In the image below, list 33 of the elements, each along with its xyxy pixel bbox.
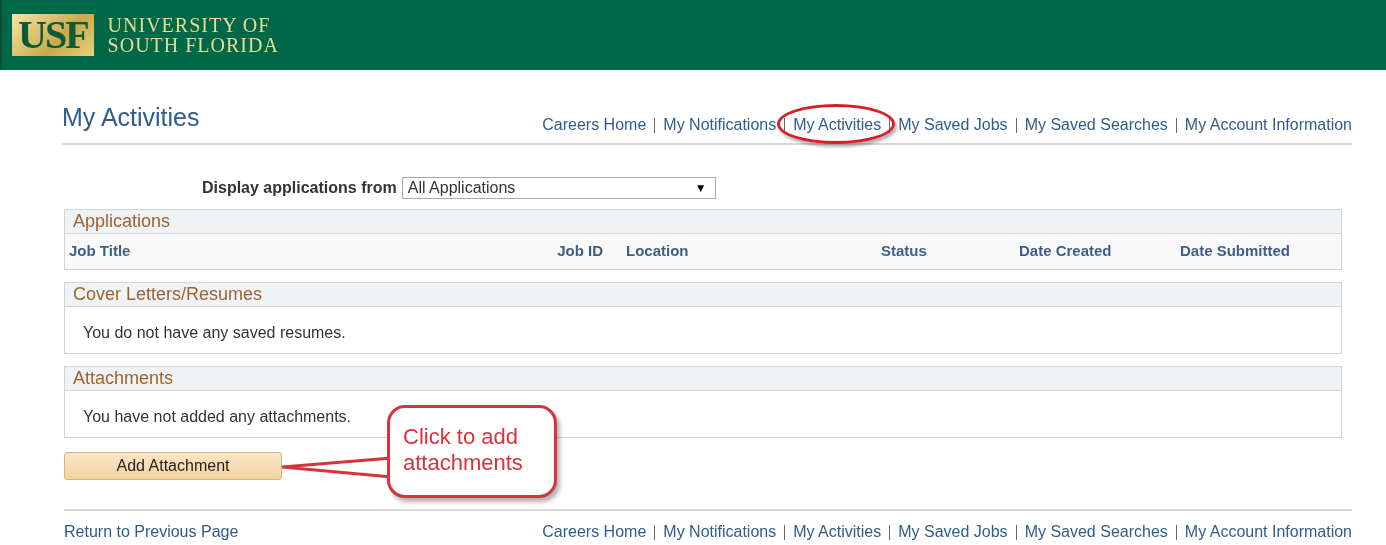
page-title: My Activities — [62, 103, 200, 133]
column-header: Job Title — [69, 242, 132, 259]
column-header: Job ID — [556, 242, 603, 259]
logo: USF — [12, 14, 94, 56]
column-header: Date Created — [1019, 242, 1113, 259]
nav-link[interactable]: My Saved Jobs — [898, 523, 1008, 540]
nav-link[interactable]: Careers Home — [542, 116, 647, 133]
empty-message: You do not have any saved resumes. — [83, 324, 346, 341]
nav-link[interactable]: My Saved Jobs — [898, 116, 1008, 133]
panel-title: Cover Letters/Resumes — [65, 283, 1341, 307]
column-header: Date Submitted — [1180, 242, 1291, 259]
nav-link[interactable]: My Notifications — [663, 523, 777, 540]
panel-title: Attachments — [65, 367, 1341, 391]
applications-dropdown[interactable]: All Applications ▼ — [401, 177, 716, 199]
nav-link[interactable]: My Notifications — [663, 116, 777, 133]
university-name: UNIVERSITY OF — [107, 15, 272, 35]
empty-message: You have not added any attachments. — [83, 408, 352, 425]
column-header: Status — [881, 242, 928, 259]
nav-link[interactable]: My Account Information — [1184, 116, 1352, 133]
filter-label: Display applications from — [202, 179, 397, 197]
dropdown-caret-icon: ▼ — [694, 181, 707, 195]
nav-link[interactable]: Careers Home — [542, 523, 647, 540]
nav-link[interactable]: My Account Information — [1184, 523, 1352, 540]
nav-link[interactable]: My Activities — [793, 116, 882, 133]
add-attachment-button[interactable]: Add Attachment — [64, 452, 282, 480]
return-link[interactable]: Return to Previous Page — [64, 523, 239, 541]
panel-title: Applications — [65, 210, 1341, 234]
nav-link[interactable]: My Saved Searches — [1024, 523, 1168, 540]
callout-bubble: Click to add attachments — [387, 405, 557, 498]
column-header: Location — [625, 242, 690, 259]
university-name: SOUTH FLORIDA — [107, 35, 279, 55]
nav-link[interactable]: My Saved Searches — [1024, 116, 1168, 133]
nav-link[interactable]: My Activities — [793, 523, 882, 540]
